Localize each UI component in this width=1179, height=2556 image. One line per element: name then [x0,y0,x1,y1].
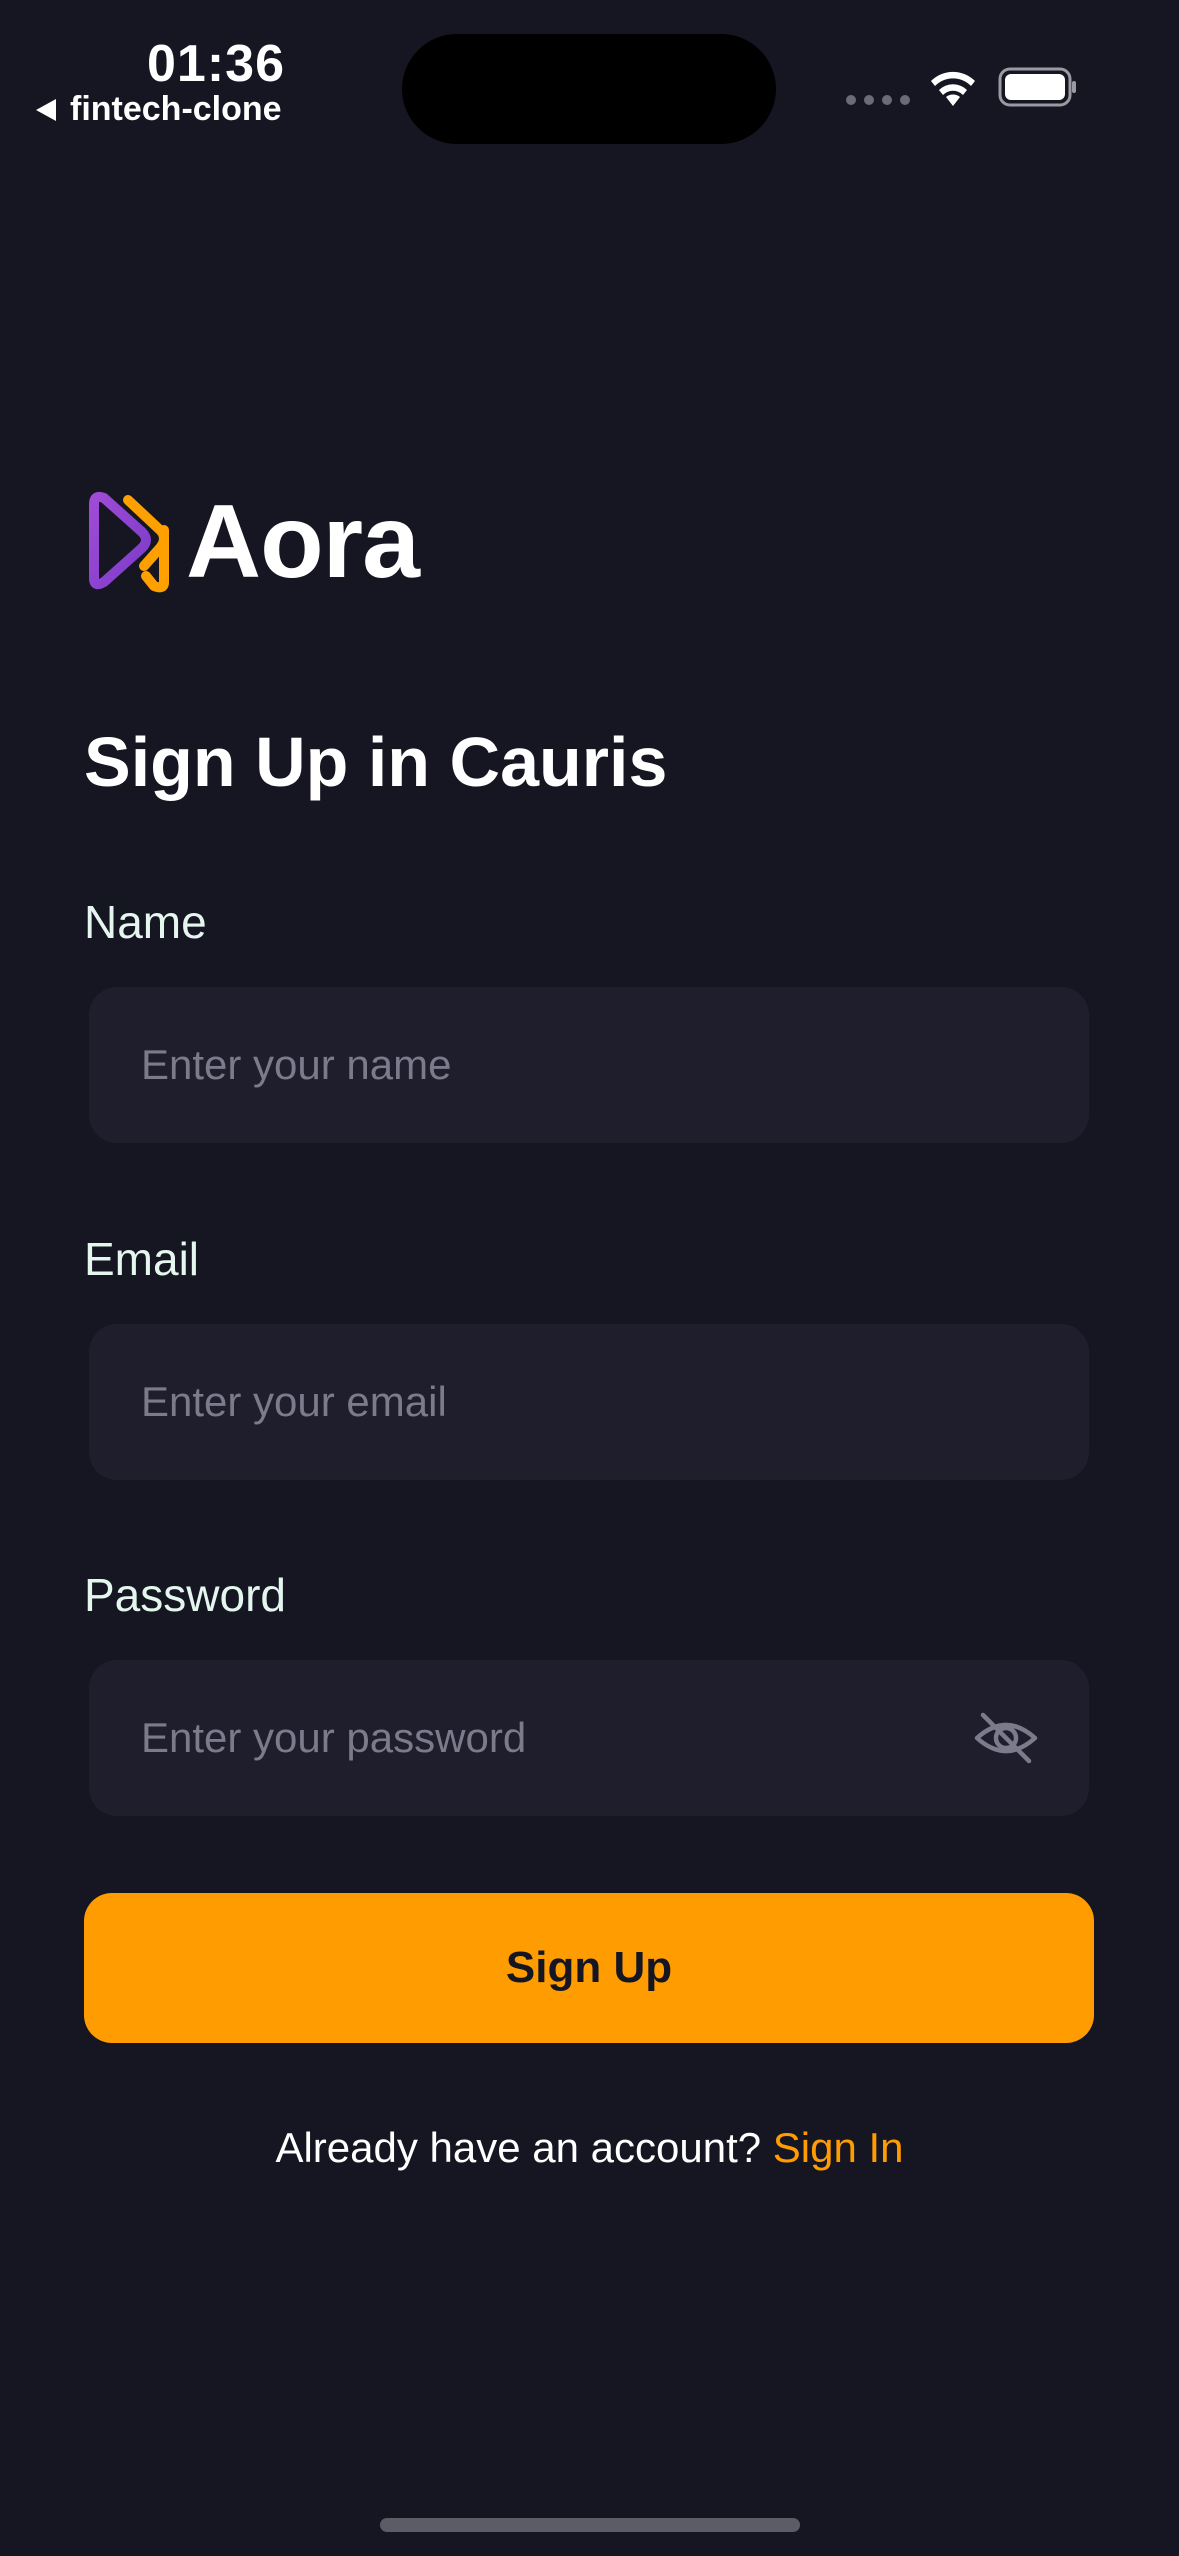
signup-screen: 01:36 fintech-clone Aora Sign Up in Caur… [0,0,1179,2556]
logo-wordmark: Aora [186,484,420,600]
password-label: Password [84,1569,286,1621]
app-logo: Aora [84,484,420,600]
footer-prompt-text: Already have an account? [275,2124,762,2171]
email-field-container[interactable] [89,1324,1089,1480]
aora-logo-icon [89,491,169,593]
wifi-icon [931,71,975,106]
email-label: Email [84,1233,200,1285]
name-label: Name [84,896,207,948]
home-indicator[interactable] [380,2518,800,2532]
back-to-app-link[interactable]: fintech-clone [36,90,282,129]
back-app-label: fintech-clone [70,90,282,128]
dynamic-island [402,34,776,144]
battery-icon [998,67,1076,107]
status-time: 01:36 [147,35,285,93]
eye-off-icon[interactable] [973,1710,1039,1766]
email-input[interactable] [139,1377,1039,1427]
password-input[interactable] [139,1713,973,1763]
sign-in-link[interactable]: Sign In [773,2124,904,2171]
page-title: Sign Up in Cauris [84,723,668,801]
cellular-signal-icon [846,95,910,105]
name-input[interactable] [139,1040,1039,1090]
name-field-container[interactable] [89,987,1089,1143]
sign-up-button[interactable]: Sign Up [84,1893,1094,2043]
back-arrow-icon [36,98,56,121]
password-field-container[interactable] [89,1660,1089,1816]
sign-in-prompt: Already have an account? Sign In [0,2124,1179,2172]
